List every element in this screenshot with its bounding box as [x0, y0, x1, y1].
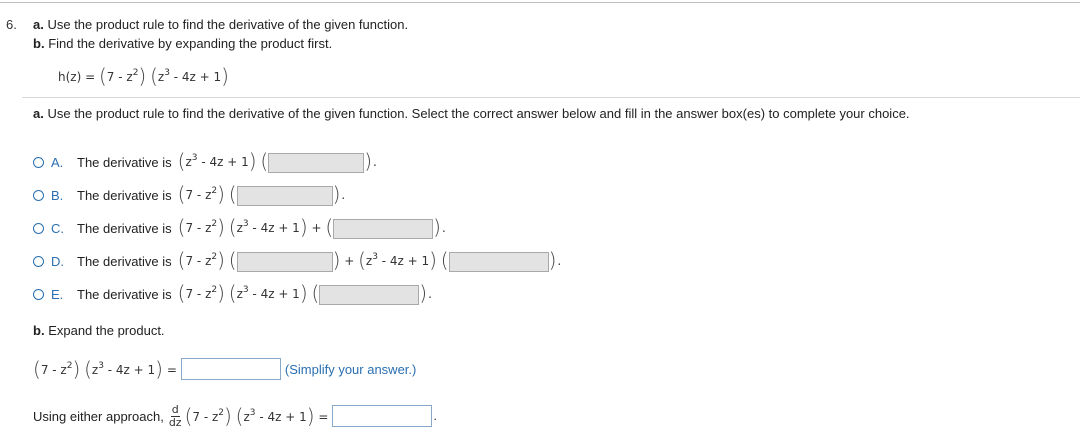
- option-d[interactable]: D. The derivative is (7 - z2) () + (z3 -…: [33, 250, 561, 272]
- answer-box[interactable]: [319, 284, 420, 305]
- option-prefix: The derivative is: [77, 187, 172, 203]
- either-text: Using either approach,: [33, 408, 164, 424]
- top-divider: [0, 2, 1080, 3]
- option-expression: (7 - z2) (z3 - 4z + 1) + ().: [177, 215, 446, 240]
- radio-button[interactable]: [33, 255, 44, 267]
- option-expression: (7 - z2) (z3 - 4z + 1) ().: [177, 281, 432, 306]
- option-expression: (z3 - 4z + 1) ().: [177, 149, 377, 174]
- part-b-label: b.: [33, 323, 45, 338]
- answer-box[interactable]: [448, 251, 549, 272]
- option-label: E.: [51, 286, 64, 302]
- prompt-b-text: Find the derivative by expanding the pro…: [48, 36, 333, 51]
- prompt-a-label: a.: [33, 17, 44, 32]
- derivative-input[interactable]: [332, 405, 433, 427]
- function-lhs: h(z) =: [58, 70, 96, 84]
- derivative-expression: (7 - z2) (z3 - 4z + 1) =: [184, 404, 329, 428]
- section-divider: [22, 97, 1080, 98]
- part-b-heading: b. Expand the product.: [33, 323, 165, 338]
- option-a[interactable]: A. The derivative is (z3 - 4z + 1) ().: [33, 151, 377, 173]
- part-a-instruction: a. Use the product rule to find the deri…: [33, 106, 910, 121]
- period: .: [433, 409, 437, 423]
- equals-sign: =: [318, 410, 329, 424]
- answer-box[interactable]: [268, 152, 365, 173]
- left-paren: (: [150, 64, 158, 88]
- expanded-product-input[interactable]: [180, 358, 281, 380]
- equals-sign: =: [166, 363, 177, 377]
- question-number: 6.: [6, 17, 17, 32]
- part-a-text: Use the product rule to find the derivat…: [47, 106, 910, 121]
- question-prompt-a: a. Use the product rule to find the deri…: [33, 17, 408, 32]
- question-prompt-b: b. Find the derivative by expanding the …: [33, 36, 332, 51]
- factor-1: 7 - z: [106, 70, 133, 84]
- right-paren: ): [138, 64, 147, 88]
- answer-box[interactable]: [333, 218, 434, 239]
- prompt-a-text: Use the product rule to find the derivat…: [47, 17, 409, 32]
- left-paren: (: [98, 64, 107, 88]
- option-e[interactable]: E. The derivative is (7 - z2) (z3 - 4z +…: [33, 283, 432, 305]
- option-prefix: The derivative is: [77, 286, 172, 302]
- option-label: D.: [51, 253, 64, 269]
- answer-box[interactable]: [236, 251, 333, 272]
- option-c[interactable]: C. The derivative is (7 - z2) (z3 - 4z +…: [33, 217, 446, 239]
- radio-button[interactable]: [33, 288, 44, 300]
- part-a-label: a.: [33, 106, 44, 121]
- option-prefix: The derivative is: [77, 220, 172, 236]
- option-expression: (7 - z2) () + (z3 - 4z + 1) ().: [177, 248, 562, 273]
- option-expression: (7 - z2) ().: [177, 182, 346, 207]
- part-b-text: Expand the product.: [48, 323, 165, 338]
- prompt-b-label: b.: [33, 36, 45, 51]
- option-label: A.: [51, 154, 64, 170]
- expand-row: (7 - z2) (z3 - 4z + 1) = (Simplify your …: [33, 357, 416, 381]
- simplify-hint: (Simplify your answer.): [284, 361, 417, 377]
- option-label: C.: [51, 220, 64, 236]
- answer-box[interactable]: [236, 185, 333, 206]
- function-definition: h(z) = (7 - z2) (z3 - 4z + 1): [58, 66, 229, 86]
- radio-button[interactable]: [33, 222, 44, 234]
- derivative-row: Using either approach, d dz (7 - z2) (z3…: [33, 398, 437, 434]
- radio-button[interactable]: [33, 189, 44, 201]
- radio-button[interactable]: [33, 156, 44, 168]
- right-paren: ): [221, 64, 229, 88]
- derivative-operator: d dz: [168, 402, 182, 429]
- option-b[interactable]: B. The derivative is (7 - z2) ().: [33, 184, 345, 206]
- factor-2-rest: - 4z + 1: [169, 70, 222, 84]
- expand-expression: (7 - z2) (z3 - 4z + 1) =: [33, 357, 177, 381]
- option-label: B.: [51, 187, 64, 203]
- option-prefix: The derivative is: [77, 154, 172, 170]
- option-prefix: The derivative is: [77, 253, 172, 269]
